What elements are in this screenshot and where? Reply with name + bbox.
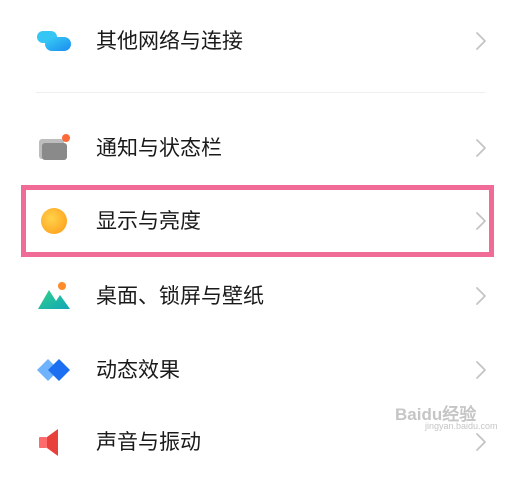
notification-icon	[39, 134, 70, 160]
chevron-right-icon	[476, 139, 486, 157]
chevron-right-icon	[476, 361, 486, 379]
settings-item-label: 声音与振动	[96, 430, 201, 454]
settings-item-label: 其他网络与连接	[96, 29, 243, 53]
connection-icon	[37, 31, 71, 51]
highlight-annotation-box	[21, 185, 494, 257]
chevron-right-icon	[476, 287, 486, 305]
settings-item-notifications[interactable]: 通知与状态栏	[0, 113, 521, 183]
sound-icon	[39, 429, 58, 456]
watermark-subtext: jingyan.baidu.com	[425, 421, 498, 431]
settings-item-animation[interactable]: 动态效果	[0, 335, 521, 405]
baidu-jingyan-watermark: Baidu经验 jingyan.baidu.com	[395, 396, 503, 436]
wallpaper-icon	[38, 282, 70, 309]
settings-item-wallpaper[interactable]: 桌面、锁屏与壁纸	[0, 261, 521, 331]
settings-item-label: 动态效果	[96, 358, 180, 382]
settings-item-label: 桌面、锁屏与壁纸	[96, 284, 264, 308]
section-divider	[36, 92, 485, 93]
animation-icon	[37, 359, 70, 381]
chevron-right-icon	[476, 32, 486, 50]
settings-item-label: 通知与状态栏	[96, 136, 222, 160]
settings-item-other-connections[interactable]: 其他网络与连接	[0, 6, 521, 76]
